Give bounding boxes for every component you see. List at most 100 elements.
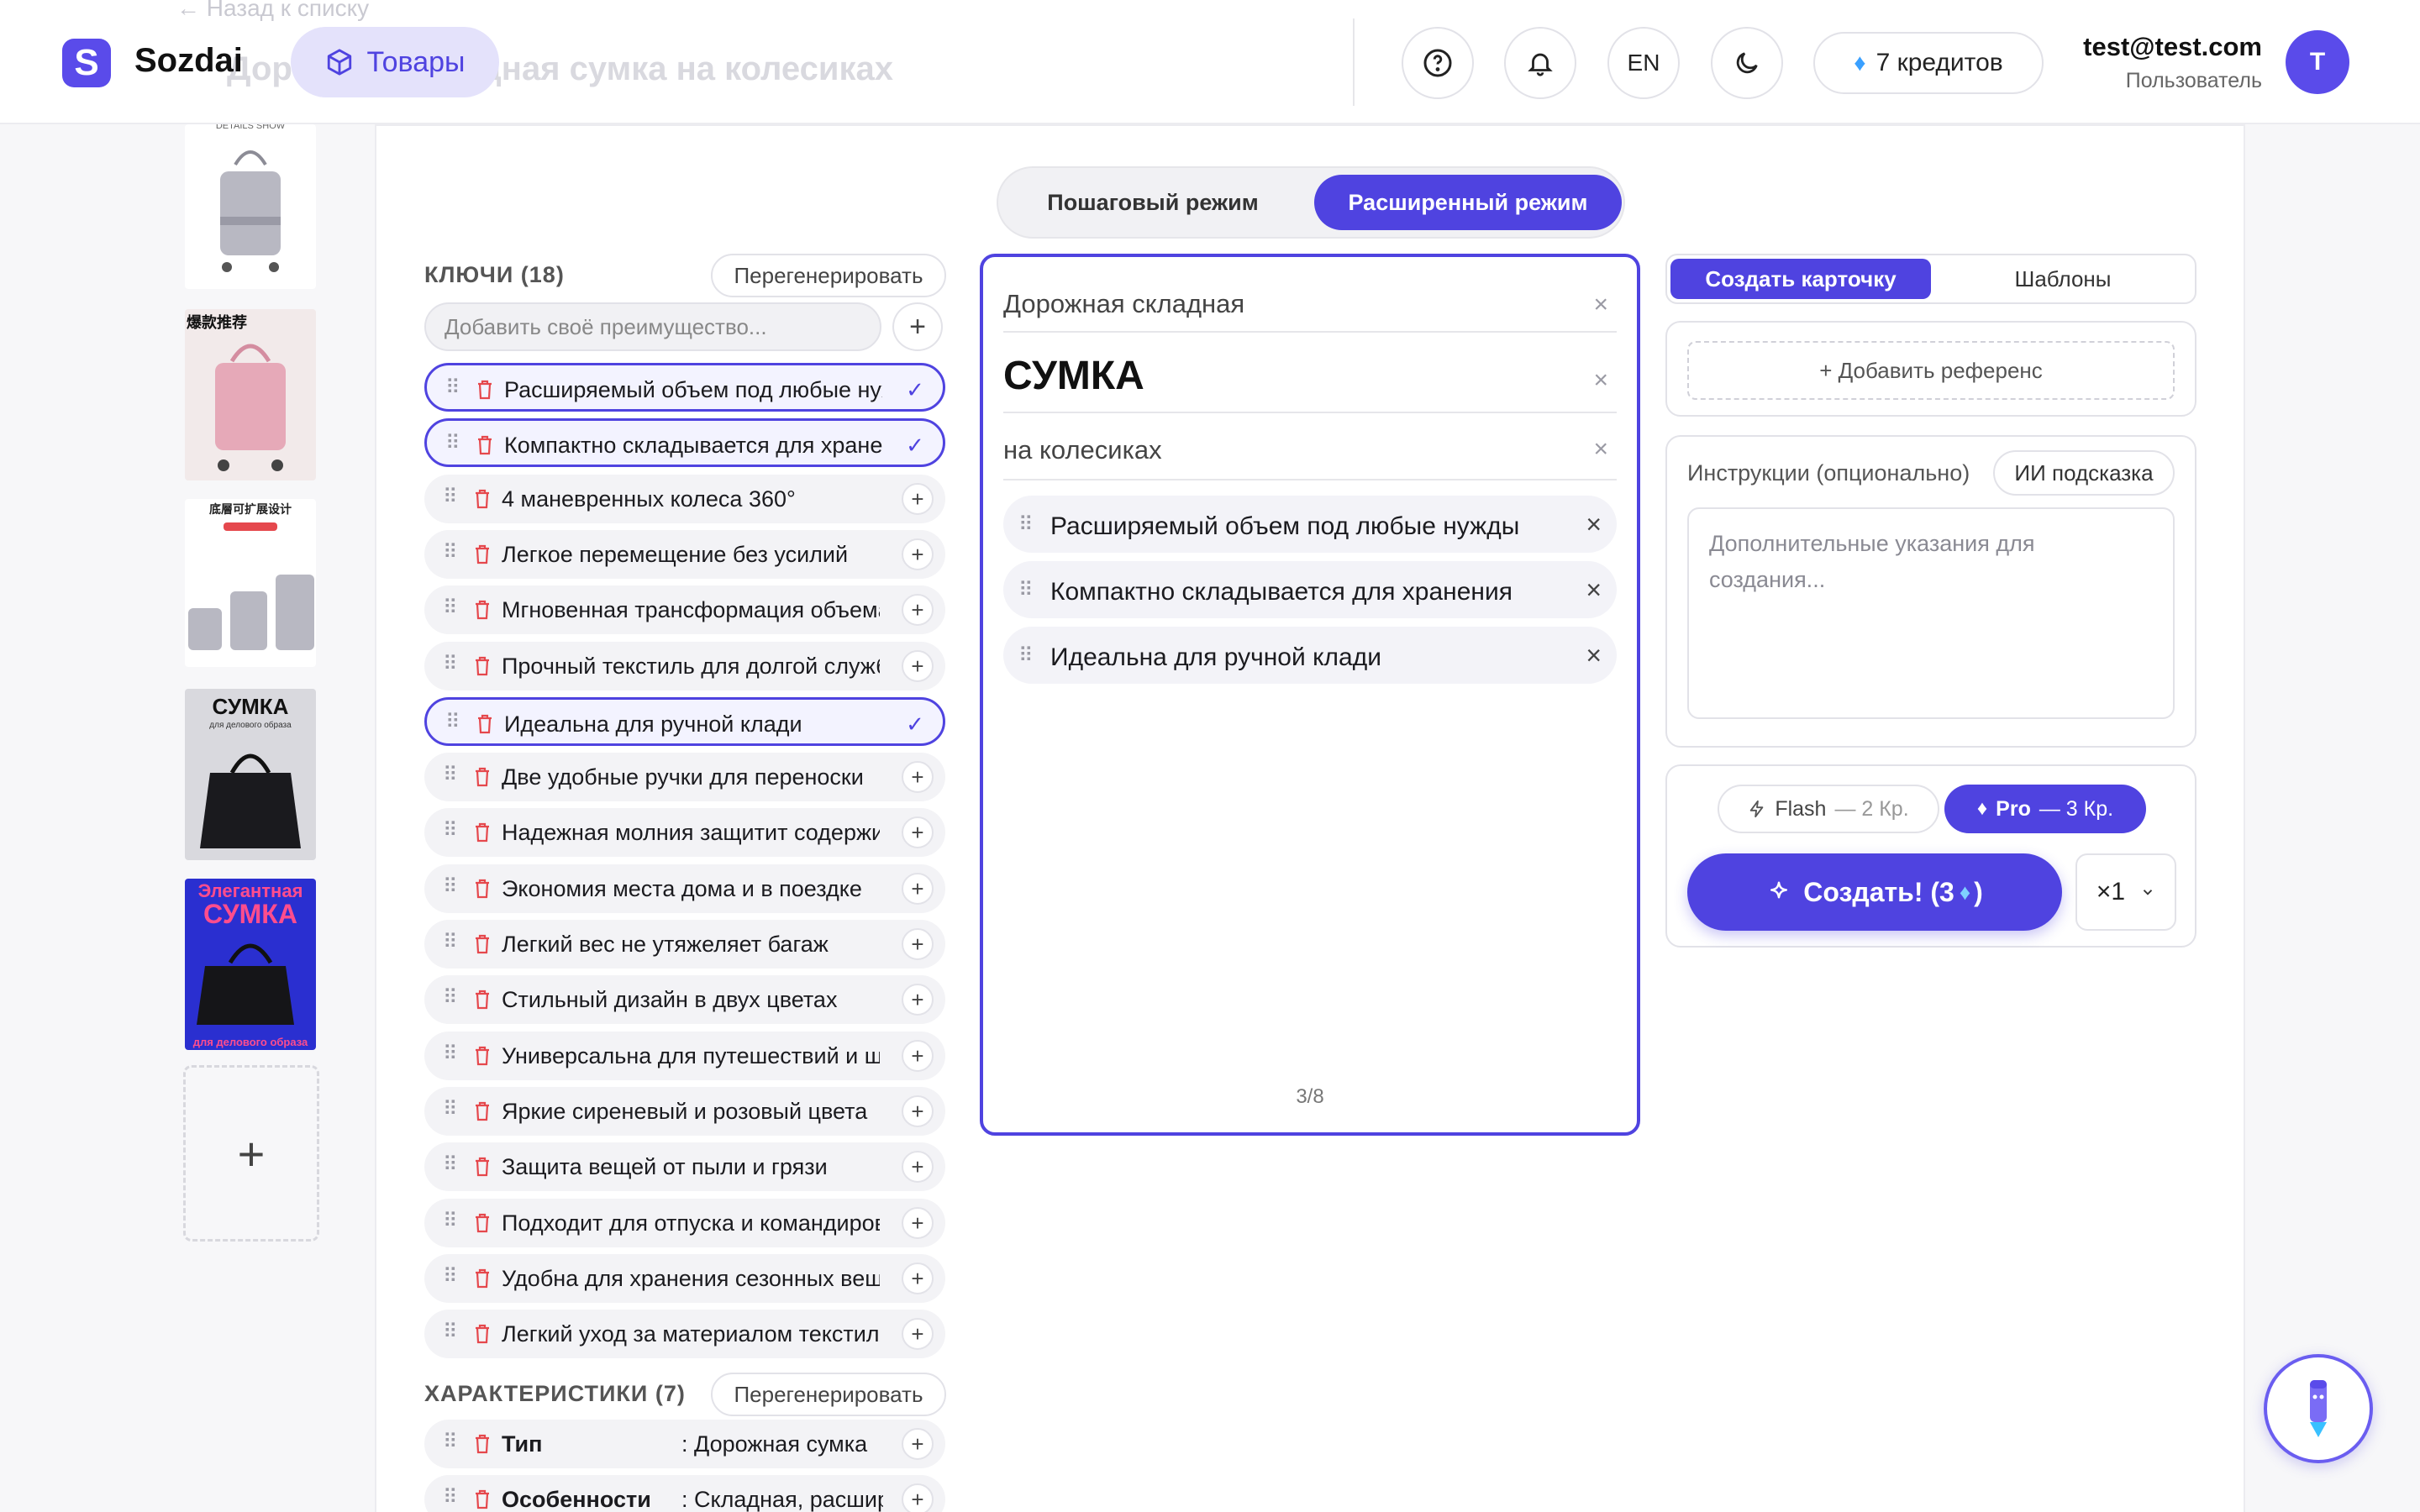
key-item[interactable]: ⠿ Две удобные ручки для переноски + — [424, 753, 945, 801]
drag-handle-icon[interactable]: ⠿ — [1018, 512, 1034, 537]
drag-handle-icon[interactable]: ⠿ — [443, 1320, 458, 1344]
trash-icon[interactable] — [473, 877, 492, 900]
drag-handle-icon[interactable]: ⠿ — [443, 763, 458, 787]
trash-icon[interactable] — [473, 487, 492, 511]
trash-icon[interactable] — [473, 543, 492, 566]
close-icon[interactable]: × — [1586, 509, 1602, 540]
key-item[interactable]: ⠿ Яркие сиреневый и розовый цвета + — [424, 1087, 945, 1136]
drag-handle-icon[interactable]: ⠿ — [443, 1209, 458, 1233]
trash-icon[interactable] — [473, 1488, 492, 1511]
ai-hint-button[interactable]: ИИ подсказка — [1993, 450, 2175, 496]
avatar[interactable]: T — [2286, 30, 2349, 94]
selected-advantage-chip[interactable]: ⠿ Расширяемый объем под любые нужды × — [1003, 496, 1617, 553]
model-pro-button[interactable]: ♦ Pro — 3 Кр. — [1944, 785, 2146, 833]
drag-handle-icon[interactable]: ⠿ — [443, 818, 458, 843]
add-advantage-input[interactable]: Добавить своё преимущество... — [424, 302, 881, 351]
thumbnail-4[interactable]: СУМКА для делового образа — [185, 689, 316, 860]
plus-icon[interactable]: + — [902, 538, 934, 570]
key-item[interactable]: ⠿ Подходит для отпуска и командировок + — [424, 1199, 945, 1247]
drag-handle-icon[interactable]: ⠿ — [443, 1264, 458, 1289]
selected-advantage-chip[interactable]: ⠿ Компактно складывается для хранения × — [1003, 561, 1617, 618]
key-item[interactable]: ⠿ Защита вещей от пыли и грязи + — [424, 1142, 945, 1191]
drag-handle-icon[interactable]: ⠿ — [1018, 643, 1034, 668]
trash-icon[interactable] — [473, 1100, 492, 1123]
drag-handle-icon[interactable]: ⠿ — [443, 596, 458, 620]
key-item[interactable]: ⠿ Легкое перемещение без усилий + — [424, 530, 945, 579]
plus-icon[interactable]: + — [902, 1040, 934, 1072]
language-button[interactable]: EN — [1607, 27, 1680, 99]
trash-icon[interactable] — [473, 988, 492, 1011]
selected-advantage-chip[interactable]: ⠿ Идеальна для ручной клади × — [1003, 627, 1617, 684]
key-item[interactable]: ⠿ Удобна для хранения сезонных вещей + — [424, 1254, 945, 1303]
plus-icon[interactable]: + — [902, 1483, 934, 1512]
drag-handle-icon[interactable]: ⠿ — [445, 710, 460, 734]
trash-icon[interactable] — [476, 712, 494, 736]
headline-line-1[interactable]: Дорожная складная × — [1003, 282, 1617, 333]
plus-icon[interactable]: + — [902, 761, 934, 793]
trash-icon[interactable] — [473, 1211, 492, 1235]
plus-icon[interactable]: + — [902, 1263, 934, 1294]
close-icon[interactable]: × — [1586, 575, 1602, 606]
key-item[interactable]: ⠿ Идеальна для ручной клади ✓ — [424, 697, 945, 746]
model-flash-button[interactable]: Flash — 2 Кр. — [1718, 785, 1939, 833]
drag-handle-icon[interactable]: ⠿ — [443, 1097, 458, 1121]
check-icon[interactable]: ✓ — [899, 429, 931, 461]
drag-handle-icon[interactable]: ⠿ — [443, 485, 458, 509]
trash-icon[interactable] — [473, 1155, 492, 1179]
trash-icon[interactable] — [473, 821, 492, 844]
trash-icon[interactable] — [476, 433, 494, 457]
headline-line-3[interactable]: на колесиках × — [1003, 420, 1617, 480]
plus-icon[interactable]: + — [902, 1151, 934, 1183]
drag-handle-icon[interactable]: ⠿ — [443, 1485, 458, 1509]
characteristic-item[interactable]: ⠿ Особенности: Складная, расширяемая + — [424, 1475, 945, 1512]
logo-icon[interactable]: S — [62, 39, 111, 87]
plus-icon[interactable]: + — [902, 1318, 934, 1350]
close-icon[interactable]: × — [1586, 640, 1602, 671]
trash-icon[interactable] — [473, 1432, 492, 1456]
key-item[interactable]: ⠿ Мгновенная трансформация объема + — [424, 585, 945, 634]
drag-handle-icon[interactable]: ⠿ — [443, 540, 458, 564]
thumbnail-5[interactable]: Элегантная СУМКА для делового образа — [185, 879, 316, 1050]
drag-handle-icon[interactable]: ⠿ — [443, 652, 458, 676]
trash-icon[interactable] — [473, 932, 492, 956]
tab-create-card[interactable]: Создать карточку — [1670, 259, 1931, 299]
trash-icon[interactable] — [473, 1267, 492, 1290]
nav-products-button[interactable]: Товары — [291, 27, 499, 97]
characteristic-item[interactable]: ⠿ Тип: Дорожная сумка + — [424, 1420, 945, 1468]
drag-handle-icon[interactable]: ⠿ — [443, 930, 458, 954]
notifications-button[interactable] — [1504, 27, 1576, 99]
key-item[interactable]: ⠿ Стильный дизайн в двух цветах + — [424, 975, 945, 1024]
trash-icon[interactable] — [473, 1044, 492, 1068]
key-item[interactable]: ⠿ Надежная молния защитит содержимое + — [424, 808, 945, 857]
plus-icon[interactable]: + — [902, 928, 934, 960]
trash-icon[interactable] — [473, 1322, 492, 1346]
drag-handle-icon[interactable]: ⠿ — [443, 1430, 458, 1454]
keys-regenerate-button[interactable]: Перегенерировать — [711, 254, 946, 297]
plus-icon[interactable]: + — [902, 816, 934, 848]
trash-icon[interactable] — [473, 765, 492, 789]
card-text-editor[interactable]: Дорожная складная × СУМКА × на колесиках… — [980, 254, 1640, 1136]
drag-handle-icon[interactable]: ⠿ — [443, 874, 458, 899]
plus-icon[interactable]: + — [902, 594, 934, 626]
create-button[interactable]: Создать! (3 ♦ ) — [1687, 853, 2062, 931]
tab-templates[interactable]: Шаблоны — [1934, 259, 2191, 299]
check-icon[interactable]: ✓ — [899, 708, 931, 740]
plus-icon[interactable]: + — [902, 483, 934, 515]
key-item[interactable]: ⠿ Легкий уход за материалом текстиля + — [424, 1310, 945, 1358]
app-name[interactable]: Sozdai — [134, 42, 243, 80]
trash-icon[interactable] — [473, 654, 492, 678]
drag-handle-icon[interactable]: ⠿ — [445, 375, 460, 400]
check-icon[interactable]: ✓ — [899, 374, 931, 406]
drag-handle-icon[interactable]: ⠿ — [443, 985, 458, 1010]
plus-icon[interactable]: + — [902, 984, 934, 1016]
drag-handle-icon[interactable]: ⠿ — [443, 1042, 458, 1066]
add-advantage-button[interactable]: + — [892, 302, 943, 351]
credits-badge[interactable]: ♦ 7 кредитов — [1813, 32, 2044, 94]
thumbnail-3[interactable]: 底層可扩展设计 — [185, 499, 316, 667]
close-icon[interactable]: × — [1593, 366, 1608, 395]
close-icon[interactable]: × — [1593, 291, 1608, 319]
theme-toggle-button[interactable] — [1711, 27, 1783, 99]
advanced-mode-button[interactable]: Расширенный режим — [1314, 175, 1622, 230]
quantity-select[interactable]: ×1 — [2075, 853, 2176, 931]
close-icon[interactable]: × — [1593, 435, 1608, 464]
